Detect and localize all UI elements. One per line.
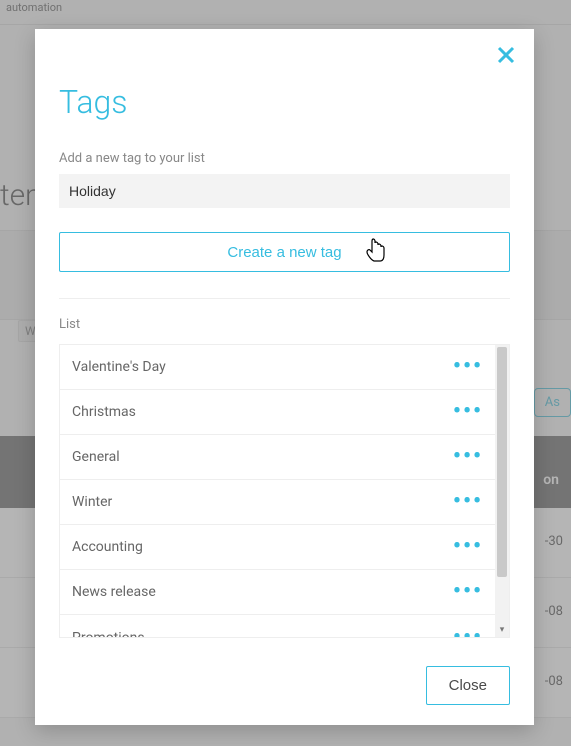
create-tag-button[interactable]: Create a new tag xyxy=(59,232,510,272)
list-item: General ••• xyxy=(60,435,495,480)
more-options-icon[interactable]: ••• xyxy=(453,362,483,372)
scroll-down-icon[interactable]: ▾ xyxy=(495,623,509,637)
list-item: News release ••• xyxy=(60,570,495,615)
close-button[interactable]: Close xyxy=(426,666,510,705)
more-options-icon[interactable]: ••• xyxy=(453,587,483,597)
tag-name: General xyxy=(72,449,120,465)
divider xyxy=(59,298,510,299)
background-app: automation tem Wa As on -30 -08 -08 Tags… xyxy=(0,0,571,746)
modal-footer: Close xyxy=(59,646,510,705)
scrollbar-thumb[interactable] xyxy=(497,347,507,577)
list-item: Accounting ••• xyxy=(60,525,495,570)
new-tag-input[interactable] xyxy=(59,174,510,208)
tag-list: Valentine's Day ••• Christmas ••• General •••… xyxy=(59,344,510,638)
tag-name: Accounting xyxy=(72,539,143,555)
list-item: Christmas ••• xyxy=(60,390,495,435)
tag-name: Christmas xyxy=(72,404,136,420)
scrollbar[interactable]: ▾ xyxy=(495,345,509,637)
list-item: Promotions ••• xyxy=(60,615,495,638)
close-icon[interactable] xyxy=(492,41,520,69)
tag-name: Promotions xyxy=(72,630,145,639)
tag-name: Winter xyxy=(72,494,112,510)
add-tag-label: Add a new tag to your list xyxy=(59,151,510,166)
tag-name: News release xyxy=(72,584,156,600)
more-options-icon[interactable]: ••• xyxy=(453,497,483,507)
modal-title: Tags xyxy=(59,83,510,121)
more-options-icon[interactable]: ••• xyxy=(453,542,483,552)
list-item: Winter ••• xyxy=(60,480,495,525)
more-options-icon[interactable]: ••• xyxy=(453,407,483,417)
list-item: Valentine's Day ••• xyxy=(60,345,495,390)
list-label: List xyxy=(59,317,510,332)
tags-modal: Tags Add a new tag to your list Create a… xyxy=(35,29,534,725)
more-options-icon[interactable]: ••• xyxy=(453,452,483,462)
more-options-icon[interactable]: ••• xyxy=(453,633,483,639)
tag-name: Valentine's Day xyxy=(72,359,166,375)
